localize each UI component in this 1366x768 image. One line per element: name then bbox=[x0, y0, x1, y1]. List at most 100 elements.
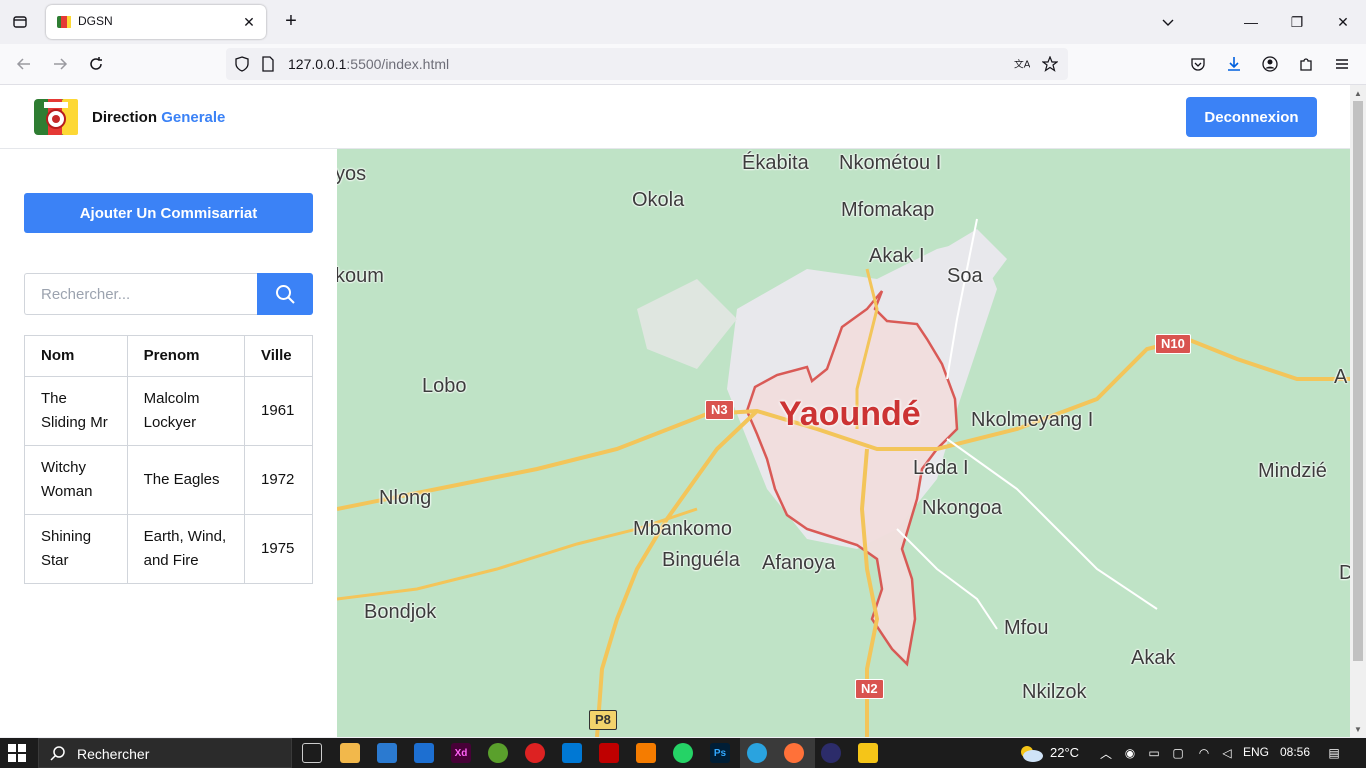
page-icon[interactable] bbox=[260, 56, 276, 72]
notification-icon[interactable]: ▤ bbox=[1326, 745, 1342, 761]
map-label: A bbox=[1334, 366, 1348, 388]
scroll-down-icon[interactable]: ▼ bbox=[1353, 724, 1363, 734]
back-icon[interactable] bbox=[12, 52, 36, 76]
search-icon bbox=[50, 746, 65, 761]
record-icon[interactable]: ◉ bbox=[1122, 745, 1138, 761]
media-player-icon[interactable] bbox=[858, 743, 878, 763]
table-row[interactable]: The Sliding Mr Malcolm Lockyer 1961 bbox=[24, 376, 313, 446]
search-form bbox=[24, 273, 313, 315]
brand-title: Direction Generale bbox=[92, 109, 226, 126]
new-tab-icon[interactable]: + bbox=[280, 10, 302, 32]
filezilla-icon[interactable] bbox=[599, 743, 619, 763]
store-icon[interactable] bbox=[377, 743, 397, 763]
forward-icon[interactable] bbox=[48, 52, 72, 76]
table-cell-prenom: Earth, Wind, and Fire bbox=[126, 514, 246, 584]
table-header-row: Nom Prenom Ville bbox=[24, 335, 313, 377]
browser-tab[interactable]: DGSN ✕ bbox=[46, 5, 266, 39]
map-label: Mbankomo bbox=[633, 518, 732, 540]
windows-start-icon[interactable] bbox=[8, 744, 26, 762]
page-viewport: Direction Generale Deconnexion Ajouter U… bbox=[0, 85, 1350, 737]
restore-icon[interactable]: ❐ bbox=[1274, 0, 1320, 44]
table-cell-ville: 1972 bbox=[244, 445, 313, 515]
logout-button[interactable]: Deconnexion bbox=[1186, 97, 1317, 137]
map-label: D bbox=[1339, 562, 1350, 584]
map-label: Ékabita bbox=[742, 152, 809, 174]
dgsn-favicon-icon bbox=[57, 16, 71, 28]
search-icon bbox=[276, 285, 295, 304]
scroll-thumb[interactable] bbox=[1353, 101, 1363, 661]
address-bar[interactable]: 127.0.0.1:5500/index.html 文A bbox=[226, 48, 1068, 80]
map-label: Nkilzok bbox=[1022, 681, 1087, 703]
pocket-icon[interactable] bbox=[1186, 52, 1210, 76]
column-header-prenom[interactable]: Prenom bbox=[126, 335, 246, 377]
road-shield: N10 bbox=[1155, 334, 1191, 354]
app-icon[interactable] bbox=[821, 743, 841, 763]
reload-icon[interactable] bbox=[84, 52, 108, 76]
clock[interactable]: 08:56 bbox=[1280, 745, 1310, 759]
weather-cloud-icon[interactable] bbox=[1018, 743, 1044, 763]
mail-icon[interactable] bbox=[414, 743, 434, 763]
extensions-icon[interactable] bbox=[1294, 52, 1318, 76]
battery-icon[interactable]: ▭ bbox=[1146, 745, 1162, 761]
road-shield: N3 bbox=[705, 400, 734, 420]
tab-list-icon[interactable] bbox=[8, 10, 32, 34]
firefox-icon[interactable] bbox=[784, 743, 804, 763]
account-icon[interactable] bbox=[1258, 52, 1282, 76]
search-button[interactable] bbox=[257, 273, 313, 315]
column-header-nom[interactable]: Nom bbox=[24, 335, 128, 377]
table-cell-prenom: Malcolm Lockyer bbox=[126, 376, 246, 446]
utorrent-icon[interactable] bbox=[488, 743, 508, 763]
map-label: Nkométou I bbox=[839, 152, 942, 174]
telegram-icon[interactable] bbox=[747, 743, 767, 763]
app-header: Direction Generale Deconnexion bbox=[0, 85, 1350, 149]
task-view-icon[interactable] bbox=[302, 743, 322, 763]
xampp-icon[interactable] bbox=[636, 743, 656, 763]
device-icon[interactable]: ▢ bbox=[1170, 745, 1186, 761]
url-text[interactable]: 127.0.0.1:5500/index.html bbox=[288, 56, 449, 72]
table-cell-nom: Shining Star bbox=[24, 514, 128, 584]
column-header-ville[interactable]: Ville bbox=[244, 335, 313, 377]
wifi-icon[interactable]: ◠ bbox=[1196, 745, 1212, 761]
chevron-up-icon[interactable]: ︿ bbox=[1098, 745, 1114, 761]
table-row[interactable]: Witchy Woman The Eagles 1972 bbox=[24, 445, 313, 515]
map-label: Okola bbox=[632, 189, 685, 211]
bookmark-star-icon[interactable] bbox=[1042, 56, 1058, 72]
photoshop-icon[interactable]: Ps bbox=[710, 743, 730, 763]
download-icon[interactable] bbox=[1222, 52, 1246, 76]
weather-temp[interactable]: 22°C bbox=[1050, 745, 1079, 760]
add-commissariat-button[interactable]: Ajouter Un Commisarriat bbox=[24, 193, 313, 233]
window-controls: — ❐ ✕ bbox=[1228, 0, 1366, 44]
close-window-icon[interactable]: ✕ bbox=[1320, 0, 1366, 44]
language-indicator[interactable]: ENG bbox=[1243, 745, 1269, 759]
table-row[interactable]: Shining Star Earth, Wind, and Fire 1975 bbox=[24, 514, 313, 584]
adobe-xd-icon[interactable]: Xd bbox=[451, 743, 471, 763]
whatsapp-icon[interactable] bbox=[673, 743, 693, 763]
app-icon[interactable] bbox=[525, 743, 545, 763]
map-label: Soa bbox=[947, 265, 983, 287]
map-label: Akak I bbox=[869, 245, 925, 267]
browser-nav-bar: 127.0.0.1:5500/index.html 文A bbox=[0, 44, 1366, 85]
volume-icon[interactable]: ◁ bbox=[1219, 745, 1235, 761]
shield-icon[interactable] bbox=[234, 56, 250, 72]
vscode-icon[interactable] bbox=[562, 743, 582, 763]
map-base-layer bbox=[337, 218, 1350, 737]
windows-taskbar: Rechercher Xd Ps 22°C ︿ ◉ ▭ ▢ ◠ ◁ ENG 08… bbox=[0, 738, 1366, 768]
search-input[interactable] bbox=[24, 273, 257, 315]
map-view[interactable]: yos Ékabita Nkométou I Okola Mfomakap Ak… bbox=[337, 149, 1350, 737]
close-tab-icon[interactable]: ✕ bbox=[240, 13, 258, 31]
table-cell-nom: The Sliding Mr bbox=[24, 376, 128, 446]
menu-icon[interactable] bbox=[1330, 52, 1354, 76]
police-logo-icon bbox=[34, 99, 78, 135]
chevron-down-icon[interactable] bbox=[1156, 10, 1180, 34]
translate-icon[interactable]: 文A bbox=[1014, 56, 1030, 72]
taskbar-search-box[interactable]: Rechercher bbox=[38, 738, 292, 768]
map-label: Bondjok bbox=[364, 601, 437, 623]
svg-text:文A: 文A bbox=[1014, 58, 1030, 71]
map-label: koum bbox=[337, 265, 384, 287]
page-scrollbar[interactable]: ▲ ▼ bbox=[1350, 85, 1366, 737]
file-explorer-icon[interactable] bbox=[340, 743, 360, 763]
map-label: Mfou bbox=[1004, 617, 1049, 639]
table-cell-ville: 1975 bbox=[244, 514, 313, 584]
scroll-up-icon[interactable]: ▲ bbox=[1353, 88, 1363, 98]
minimize-icon[interactable]: — bbox=[1228, 0, 1274, 44]
